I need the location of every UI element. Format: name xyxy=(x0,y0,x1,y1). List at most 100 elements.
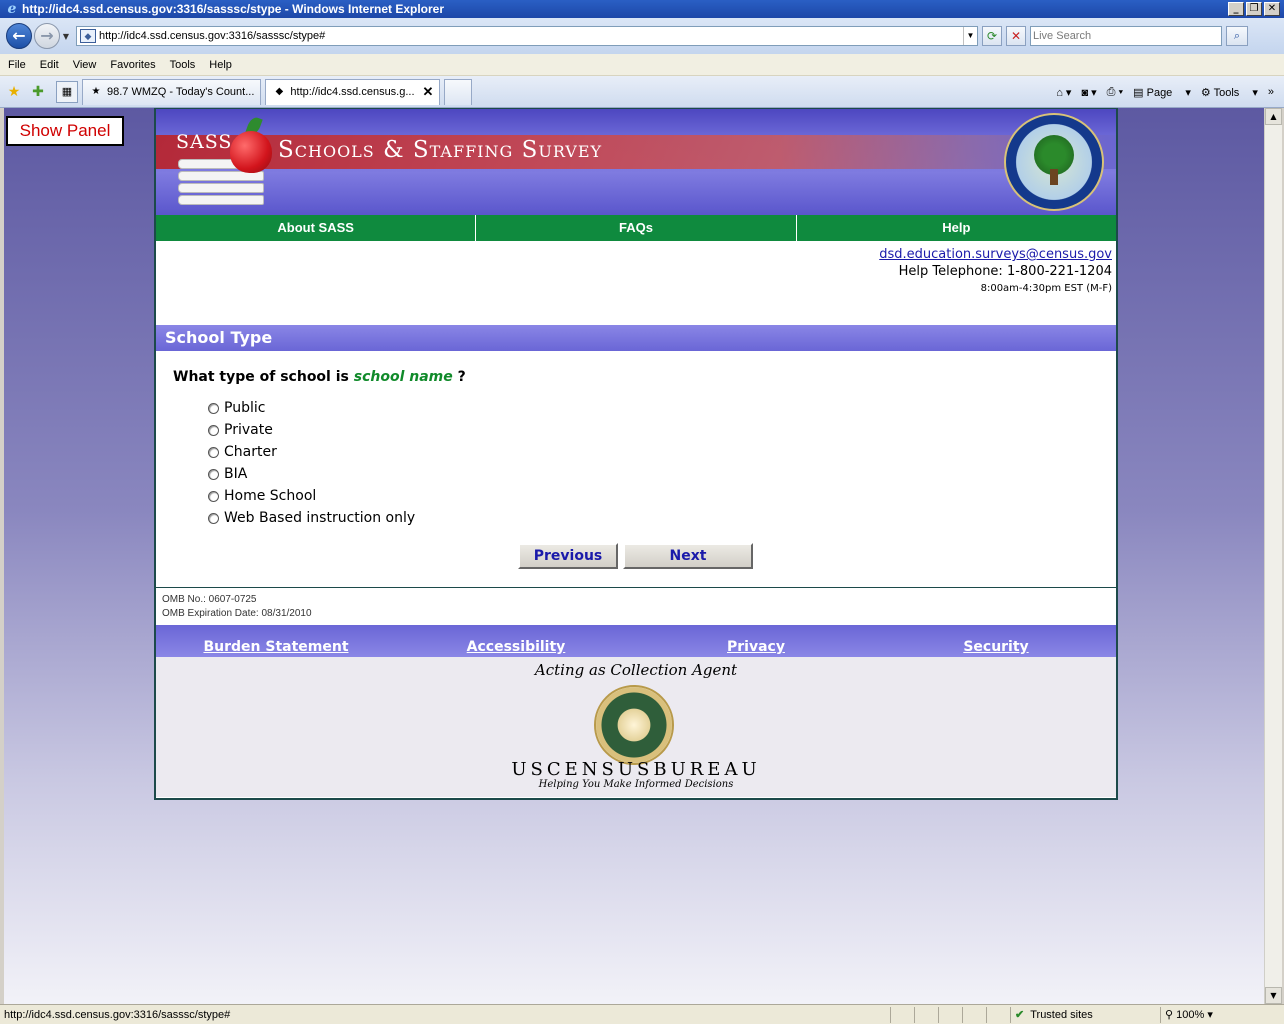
forward-button[interactable]: → xyxy=(34,23,60,49)
option-home-school[interactable]: Home School xyxy=(208,485,415,507)
nav-help[interactable]: Help xyxy=(797,215,1116,241)
new-tab-button[interactable] xyxy=(444,78,473,105)
status-bar: http://idc4.ssd.census.gov:3316/sasssc/s… xyxy=(0,1004,1284,1024)
add-favorites-icon[interactable]: ✚ xyxy=(28,83,48,100)
security-link[interactable]: Security xyxy=(876,625,1116,657)
page-icon: ◆ xyxy=(275,86,284,97)
tabs-bar: ★ ✚ ▦ ★ 98.7 WMZQ - Today's Count... ◆ h… xyxy=(0,76,1284,108)
collection-agent-section: Acting as Collection Agent USCENSUSBUREA… xyxy=(156,657,1116,797)
omb-expiration: OMB Expiration Date: 08/31/2010 xyxy=(162,608,312,619)
radio-public[interactable] xyxy=(208,402,219,414)
scroll-up-icon[interactable]: ▲ xyxy=(1265,108,1282,125)
option-charter[interactable]: Charter xyxy=(208,441,415,463)
omb-info: OMB No.: 0607-0725 OMB Expiration Date: … xyxy=(162,593,312,621)
option-label: Web Based instruction only xyxy=(224,510,416,526)
menu-help[interactable]: Help xyxy=(203,59,238,71)
option-label: Public xyxy=(224,400,266,416)
option-web-based[interactable]: Web Based instruction only xyxy=(208,507,415,529)
page-menu[interactable]: ▤ Page ▾ xyxy=(1133,86,1191,99)
burden-statement-link[interactable]: Burden Statement xyxy=(156,625,396,657)
page-menu-label: Page xyxy=(1146,86,1173,99)
close-tab-icon[interactable]: ✕ xyxy=(423,84,434,100)
apple-icon xyxy=(230,131,272,173)
command-bar: ⌂ ▾ ◙ ▾ ⎙ ▾ ▤ Page ▾ ⚙ Tools ▾ » xyxy=(1056,76,1284,108)
show-panel-button[interactable]: Show Panel xyxy=(6,116,124,146)
option-label: Charter xyxy=(224,444,277,460)
home-icon[interactable]: ⌂ ▾ xyxy=(1056,86,1071,99)
minimize-button[interactable]: _ xyxy=(1228,2,1244,16)
previous-button[interactable]: Previous xyxy=(518,543,618,569)
main-nav: About SASS FAQs Help xyxy=(156,215,1116,241)
address-url[interactable]: http://idc4.ssd.census.gov:3316/sasssc/s… xyxy=(99,30,963,42)
option-bia[interactable]: BIA xyxy=(208,463,415,485)
sass-logo-text: SASS xyxy=(176,131,233,153)
next-button[interactable]: Next xyxy=(623,543,753,569)
option-label: BIA xyxy=(224,466,248,482)
school-name: school name xyxy=(353,369,453,385)
tab-label: http://idc4.ssd.census.g... xyxy=(290,86,415,98)
menu-edit[interactable]: Edit xyxy=(34,59,65,71)
refresh-button[interactable]: ⟳ xyxy=(982,26,1002,46)
scroll-down-icon[interactable]: ▼ xyxy=(1265,987,1282,1004)
trusted-check-icon: ✔ xyxy=(1015,1009,1025,1021)
option-private[interactable]: Private xyxy=(208,419,415,441)
nav-about-sass[interactable]: About SASS xyxy=(156,215,477,241)
radio-charter[interactable] xyxy=(208,446,219,458)
window-title: http://idc4.ssd.census.gov:3316/sasssc/s… xyxy=(22,2,445,16)
contact-info: dsd.education.surveys@census.gov Help Te… xyxy=(879,247,1112,294)
sass-banner: SASS Schools & Staffing Survey xyxy=(156,109,1116,215)
help-telephone: Help Telephone: 1-800-221-1204 xyxy=(898,264,1112,279)
menu-favorites[interactable]: Favorites xyxy=(104,59,161,71)
status-pane xyxy=(986,1006,1010,1023)
ie-logo-icon: e xyxy=(7,1,17,17)
address-toolbar: ← → ▼ ◆ http://idc4.ssd.census.gov:3316/… xyxy=(0,18,1284,54)
print-icon[interactable]: ⎙ ▾ xyxy=(1107,86,1123,99)
zoom-control[interactable]: ⚲ 100% ▾ xyxy=(1160,1006,1250,1023)
address-field[interactable]: ◆ http://idc4.ssd.census.gov:3316/sasssc… xyxy=(76,26,978,46)
radio-private[interactable] xyxy=(208,424,219,436)
chevron-more-icon[interactable]: » xyxy=(1268,86,1274,98)
restore-button[interactable]: ❐ xyxy=(1246,2,1262,16)
stop-button[interactable]: ✕ xyxy=(1006,26,1026,46)
radio-web-based[interactable] xyxy=(208,512,219,524)
quick-tabs-icon[interactable]: ▦ xyxy=(56,80,78,103)
zone-label: Trusted sites xyxy=(1030,1008,1093,1021)
tools-menu[interactable]: ⚙ Tools ▾ xyxy=(1201,86,1258,99)
close-window-button[interactable]: ✕ xyxy=(1264,2,1280,16)
radio-home-school[interactable] xyxy=(208,490,219,502)
security-zone[interactable]: ✔ Trusted sites xyxy=(1010,1006,1160,1023)
favorites-star-icon[interactable]: ★ xyxy=(4,83,24,100)
menu-file[interactable]: File xyxy=(2,59,32,71)
feeds-icon[interactable]: ◙ ▾ xyxy=(1081,86,1096,99)
menu-view[interactable]: View xyxy=(67,59,103,71)
accessibility-link[interactable]: Accessibility xyxy=(396,625,636,657)
tab-label: 98.7 WMZQ - Today's Count... xyxy=(107,86,255,98)
window-titlebar: e http://idc4.ssd.census.gov:3316/sasssc… xyxy=(0,0,1284,18)
contact-email-link[interactable]: dsd.education.surveys@census.gov xyxy=(879,247,1112,262)
nav-faqs[interactable]: FAQs xyxy=(476,215,797,241)
window-controls: _ ❐ ✕ xyxy=(1228,2,1280,16)
privacy-link[interactable]: Privacy xyxy=(636,625,876,657)
back-button[interactable]: ← xyxy=(6,23,32,49)
department-of-education-seal-icon xyxy=(1004,113,1104,211)
recent-pages-dropdown-icon[interactable]: ▼ xyxy=(60,32,72,41)
help-hours: 8:00am-4:30pm EST (M-F) xyxy=(980,283,1112,294)
tab-wmzq[interactable]: ★ 98.7 WMZQ - Today's Count... xyxy=(82,78,262,105)
radio-bia[interactable] xyxy=(208,468,219,480)
question-suffix: ? xyxy=(457,369,466,385)
vertical-scrollbar[interactable]: ▲ ▼ xyxy=(1264,108,1282,1004)
divider xyxy=(156,587,1116,588)
search-input[interactable]: Live Search xyxy=(1030,26,1222,46)
footer-links: Burden Statement Accessibility Privacy S… xyxy=(156,625,1116,657)
zoom-dropdown-icon: ▾ xyxy=(1207,1008,1213,1021)
survey-page: SASS Schools & Staffing Survey About SAS… xyxy=(154,108,1118,800)
school-type-options: Public Private Charter BIA Home School W… xyxy=(208,397,415,529)
section-title: School Type xyxy=(156,325,1116,351)
radio-station-icon: ★ xyxy=(91,86,101,97)
status-pane xyxy=(938,1006,962,1023)
address-dropdown-icon[interactable]: ▼ xyxy=(963,27,977,45)
tab-census[interactable]: ◆ http://idc4.ssd.census.g... ✕ xyxy=(265,78,441,105)
menu-tools[interactable]: Tools xyxy=(164,59,202,71)
search-icon[interactable]: ⌕ xyxy=(1226,26,1248,46)
option-public[interactable]: Public xyxy=(208,397,415,419)
